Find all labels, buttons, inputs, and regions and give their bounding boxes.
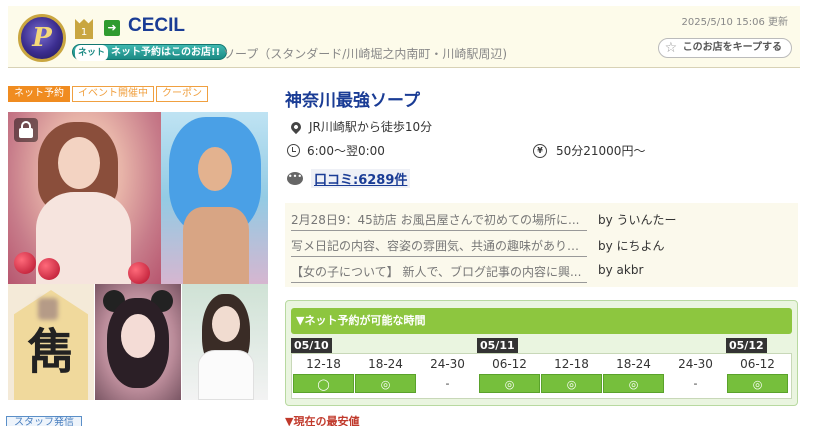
slot-time: 18-24 bbox=[368, 357, 403, 371]
slot-unavailable: - bbox=[693, 377, 698, 390]
main-photo[interactable] bbox=[8, 112, 268, 284]
slot-time: 06-12 bbox=[492, 357, 527, 371]
time-slot: 06-12 ◎ bbox=[479, 354, 540, 398]
net-reservation-panel: ▼ネット予約が可能な時間 05/10 05/11 05/12 12-18 ◯ 1… bbox=[285, 300, 798, 406]
review-author: by ういんたー bbox=[598, 213, 677, 227]
staff-tab[interactable]: スタッフ発信 bbox=[6, 416, 82, 426]
slot-time: 24-30 bbox=[430, 357, 465, 371]
hours-text: 6:00～翌0:00 bbox=[307, 144, 385, 158]
review-item[interactable]: 【女の子について】 新人で、ブログ記事の内容に興... by akbr bbox=[291, 259, 791, 283]
star-icon: ☆ bbox=[664, 40, 678, 56]
thumb-photo-3[interactable] bbox=[182, 284, 268, 400]
chat-bubble-icon: ••• bbox=[287, 172, 303, 185]
slot-time: 12-18 bbox=[554, 357, 589, 371]
access-text: JR川崎駅から徒歩10分 bbox=[309, 120, 433, 134]
yen-icon: ¥ bbox=[533, 143, 547, 158]
cheapest-price-heading: ▼現在の最安値 bbox=[285, 415, 360, 426]
review-text[interactable]: 2月28日9：45訪店 お風呂屋さんで初めての場所に... bbox=[291, 211, 587, 231]
updated-timestamp: 2025/5/10 15:06 更新 bbox=[681, 17, 788, 28]
slot-available-button[interactable]: ◎ bbox=[727, 374, 788, 393]
tag-net-reservation[interactable]: ネット予約 bbox=[8, 86, 70, 102]
date-label: 05/11 bbox=[477, 338, 518, 354]
thumb-photo-2[interactable] bbox=[95, 284, 181, 400]
review-author: by akbr bbox=[598, 263, 644, 277]
access-info: JR川崎駅から徒歩10分 bbox=[288, 118, 432, 135]
thumb-photo-1[interactable]: 雋 bbox=[8, 284, 94, 400]
shop-logo[interactable]: P bbox=[18, 14, 66, 62]
review-item[interactable]: 2月28日9：45訪店 お風呂屋さんで初めての場所に... by ういんたー bbox=[291, 207, 791, 231]
tag-coupon[interactable]: クーポン bbox=[156, 86, 208, 102]
net-reservation-badge: ネット ネット予約はこのお店!! bbox=[72, 44, 228, 61]
shop-header: P 1 ➜ CECIL 2025/5/10 15:06 更新 ネット ネット予約は… bbox=[8, 6, 800, 68]
review-list: 2月28日9：45訪店 お風呂屋さんで初めての場所に... by ういんたー 写… bbox=[285, 203, 798, 287]
slot-time: 06-12 bbox=[740, 357, 775, 371]
enter-icon: ➜ bbox=[104, 20, 120, 36]
slot-time: 24-30 bbox=[678, 357, 713, 371]
review-author: by にちよん bbox=[598, 239, 665, 253]
time-slot: 18-24 ◎ bbox=[355, 354, 416, 398]
slot-available-button[interactable]: ◎ bbox=[541, 374, 602, 393]
price-text: 50分21000円～ bbox=[556, 144, 646, 158]
rank-number: 1 bbox=[75, 27, 93, 39]
slot-time: 12-18 bbox=[306, 357, 341, 371]
price-info: ¥ 50分21000円～ bbox=[533, 142, 645, 159]
date-label: 05/12 bbox=[726, 338, 767, 354]
slot-time: 18-24 bbox=[616, 357, 651, 371]
slot-available-button[interactable]: ◎ bbox=[355, 374, 416, 393]
keep-shop-button[interactable]: ☆ このお店をキープする bbox=[657, 38, 792, 58]
time-slot: 12-18 ◯ bbox=[293, 354, 354, 398]
date-label: 05/10 bbox=[291, 338, 332, 354]
clock-icon bbox=[287, 144, 300, 157]
main-photo-right bbox=[161, 112, 268, 284]
shogi-piece-text: 雋 bbox=[26, 324, 75, 380]
net-badge-text: ネット予約はこのお店!! bbox=[111, 47, 221, 58]
time-slot: 06-12 ◎ bbox=[727, 354, 788, 398]
reviews-count-link[interactable]: 口コミ:6289件 bbox=[311, 169, 411, 188]
shop-tags: ネット予約 イベント開催中 クーポン bbox=[8, 86, 208, 102]
time-slot: 24-30 - bbox=[665, 354, 726, 398]
booking-header: ▼ネット予約が可能な時間 bbox=[291, 308, 792, 334]
map-pin-icon bbox=[288, 119, 304, 134]
shop-category: ソープ（スタンダード/川崎堀之内南町・川崎駅周辺) bbox=[223, 47, 508, 61]
tag-event[interactable]: イベント開催中 bbox=[72, 86, 154, 102]
lock-icon bbox=[14, 118, 38, 142]
review-text[interactable]: 写メ日記の内容、容姿の雰囲気、共通の趣味がありそ... bbox=[291, 237, 587, 257]
review-item[interactable]: 写メ日記の内容、容姿の雰囲気、共通の趣味がありそ... by にちよん bbox=[291, 233, 791, 257]
time-slot: 12-18 ◎ bbox=[541, 354, 602, 398]
slot-unavailable: - bbox=[445, 377, 450, 390]
slot-available-button[interactable]: ◎ bbox=[603, 374, 664, 393]
net-badge-pill: ネット bbox=[75, 45, 109, 61]
keep-shop-label: このお店をキープする bbox=[682, 42, 782, 53]
reviews-info: ••• 口コミ:6289件 bbox=[287, 169, 411, 188]
hours-info: 6:00～翌0:00 bbox=[287, 142, 385, 159]
shop-name[interactable]: CECIL bbox=[128, 15, 185, 37]
time-slot: 24-30 - bbox=[417, 354, 478, 398]
review-text[interactable]: 【女の子について】 新人で、ブログ記事の内容に興... bbox=[291, 263, 587, 283]
slot-available-button[interactable]: ◯ bbox=[293, 374, 354, 393]
rank-crown-icon: 1 bbox=[72, 19, 96, 39]
shop-title: 神奈川最強ソープ bbox=[285, 91, 420, 111]
time-slot: 18-24 ◎ bbox=[603, 354, 664, 398]
slot-available-button[interactable]: ◎ bbox=[479, 374, 540, 393]
time-slot-grid: 12-18 ◯ 18-24 ◎ 24-30 - 06-12 ◎ 12-18 ◎ … bbox=[291, 353, 792, 399]
